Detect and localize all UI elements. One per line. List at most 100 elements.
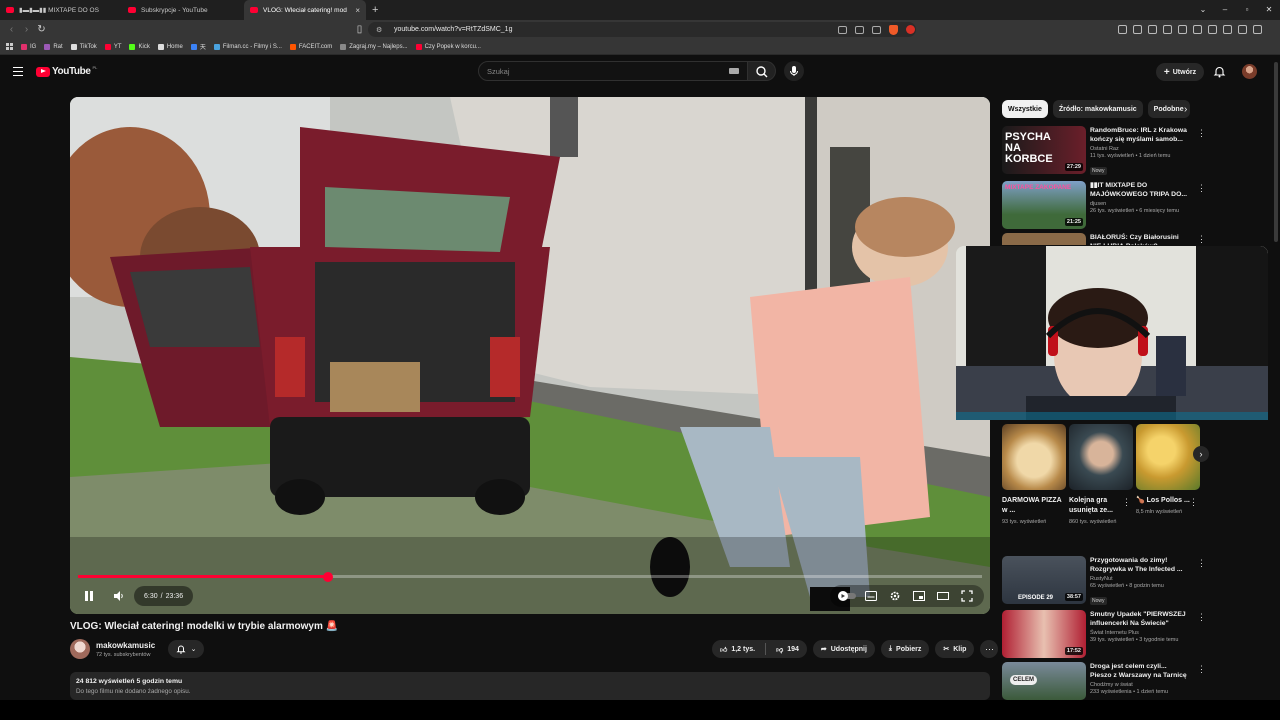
video-thumbnail[interactable]: MIXTAPE ZAKOPANE 21:25: [1002, 181, 1086, 229]
bookmark-faceit[interactable]: FACEIT.com: [289, 43, 332, 50]
video-thumbnail[interactable]: CELEM: [1002, 662, 1086, 700]
site-info-icon[interactable]: ⚙: [376, 26, 386, 34]
bookmark-home[interactable]: Home: [157, 43, 183, 50]
bookmark-ig[interactable]: IG: [21, 43, 36, 50]
url-field[interactable]: ⚙ youtube.com/watch?v=RtTZdSMC_1g: [368, 22, 916, 37]
clip-button[interactable]: ✂ Klip: [935, 640, 975, 658]
back-icon[interactable]: ‹: [4, 24, 19, 35]
keyboard-icon[interactable]: [729, 68, 739, 74]
notifications-bell-icon[interactable]: [1213, 65, 1226, 78]
more-vertical-icon[interactable]: ⋮: [1122, 497, 1131, 508]
more-vertical-icon[interactable]: ⋮: [1189, 497, 1198, 508]
hamburger-menu-icon[interactable]: [13, 67, 23, 76]
recommended-video[interactable]: MIXTAPE ZAKOPANE 21:25 ▮▮IT MIXTAPE DO M…: [1002, 181, 1190, 229]
page-scrollbar[interactable]: [1274, 62, 1278, 242]
channel-name[interactable]: RustyNut: [1090, 576, 1190, 582]
short-thumbnail[interactable]: [1002, 424, 1066, 490]
rewards-icon[interactable]: [906, 25, 915, 34]
youtube-logo[interactable]: YouTube PL: [36, 65, 97, 77]
cast-icon[interactable]: [838, 25, 847, 34]
subtitles-button[interactable]: [860, 585, 882, 607]
extension-icon[interactable]: [1133, 25, 1142, 34]
vpn-icon[interactable]: [1238, 25, 1247, 34]
apps-grid-icon[interactable]: [6, 43, 13, 50]
autoplay-toggle[interactable]: [836, 585, 858, 607]
miniplayer-button[interactable]: [908, 585, 930, 607]
extension-icon[interactable]: [1163, 25, 1172, 34]
recommended-video[interactable]: CELEM Droga jest celem czyli... Pieszo z…: [1002, 662, 1190, 700]
bookmark-filman[interactable]: Filman.cc - Filmy i S...: [213, 43, 282, 50]
more-actions-button[interactable]: ⋯: [980, 640, 999, 658]
settings-button[interactable]: [884, 585, 906, 607]
subscribed-notifications-button[interactable]: ⌄: [168, 640, 204, 658]
extension-icon[interactable]: [1118, 25, 1127, 34]
short-thumbnail[interactable]: [1136, 424, 1200, 490]
extension-icon[interactable]: [1148, 25, 1157, 34]
more-vertical-icon[interactable]: ⋮: [1197, 128, 1206, 139]
video-thumbnail[interactable]: 17:52: [1002, 610, 1086, 658]
like-button[interactable]: 👍︎ 1,2 tys.: [720, 645, 755, 654]
bookmark-rat[interactable]: Rat: [44, 43, 63, 50]
reload-icon[interactable]: ↻: [34, 24, 49, 35]
recommended-video[interactable]: PSYCHA NA KORBCE 27:29 RandomBruce: IRL …: [1002, 126, 1190, 177]
window-menu-icon[interactable]: ⌄: [1192, 0, 1214, 20]
more-vertical-icon[interactable]: ⋮: [1197, 664, 1206, 675]
bookmark-kick[interactable]: Kick: [129, 43, 150, 50]
video-player[interactable]: 6:30 / 23:36: [70, 97, 990, 614]
share-page-icon[interactable]: [855, 25, 864, 34]
video-thumbnail[interactable]: EPISODE 29 38:57: [1002, 556, 1086, 604]
description-box[interactable]: 24 812 wyświetleń 5 godzin temu Do tego …: [70, 672, 990, 700]
channel-name[interactable]: djusen: [1090, 201, 1190, 207]
bookmark-popek[interactable]: Czy Popek w korcu...: [415, 43, 481, 50]
recommended-video[interactable]: EPISODE 29 38:57 Przygotowania do zimy! …: [1002, 556, 1190, 607]
video-thumbnail[interactable]: PSYCHA NA KORBCE 27:29: [1002, 126, 1086, 174]
new-tab-icon[interactable]: +: [366, 4, 384, 16]
create-button[interactable]: + Utwórz: [1156, 63, 1204, 81]
voice-search-button[interactable]: [784, 61, 804, 81]
more-vertical-icon[interactable]: ⋮: [1197, 234, 1206, 245]
bookmark-yt[interactable]: YT: [104, 43, 121, 50]
close-window-icon[interactable]: ✕: [1258, 0, 1280, 20]
share-button[interactable]: ➦ Udostępnij: [812, 640, 875, 658]
chip-from-channel[interactable]: Źródło: makowkamusic: [1052, 100, 1143, 118]
bookmark-zagraj[interactable]: Zagraj.my – Najleps...: [340, 43, 408, 50]
recommended-video[interactable]: 17:52 Smutny Upadek "PIERWSZEJ influence…: [1002, 610, 1190, 658]
channel-name[interactable]: Chodźmy w świat: [1090, 682, 1190, 688]
star-icon[interactable]: [872, 25, 881, 34]
more-vertical-icon[interactable]: ⋮: [1197, 612, 1206, 623]
browser-tab-1[interactable]: ▮▬▮▬▮▮ MIXTAPE DO OS: [0, 0, 122, 20]
bookmark-tiktok[interactable]: TikTok: [70, 43, 97, 50]
user-avatar[interactable]: [1242, 64, 1257, 79]
pause-button[interactable]: [78, 585, 100, 607]
channel-avatar[interactable]: [70, 639, 90, 659]
maximize-icon[interactable]: ▫: [1236, 0, 1258, 20]
chip-all[interactable]: Wszystkie: [1002, 100, 1048, 118]
channel-name[interactable]: Świat Internetu Plus: [1090, 630, 1190, 636]
minimize-icon[interactable]: –: [1214, 0, 1236, 20]
download-button[interactable]: ⤓ Pobierz: [880, 640, 930, 658]
close-tab-icon[interactable]: ×: [355, 6, 360, 15]
seek-handle[interactable]: [322, 571, 333, 582]
dislike-button[interactable]: 👎︎ 194: [776, 645, 799, 654]
tabs-icon[interactable]: [1208, 25, 1217, 34]
chevron-right-icon[interactable]: ›: [1184, 104, 1187, 115]
shorts-next-button[interactable]: ›: [1193, 446, 1209, 462]
short-item[interactable]: 🍗 Los Pollos ... 8,5 mln wyświetleń: [1136, 424, 1200, 527]
bookmark-tian[interactable]: 天: [190, 42, 206, 51]
menu-icon[interactable]: [1253, 25, 1262, 34]
theater-mode-button[interactable]: [932, 585, 954, 607]
search-input[interactable]: Szukaj: [478, 61, 748, 81]
forward-icon[interactable]: ›: [19, 24, 34, 35]
short-item[interactable]: Kolejna gra usunięta ze... 860 tys. wyśw…: [1069, 424, 1133, 527]
seek-bar[interactable]: [78, 571, 982, 582]
channel-name[interactable]: Ostatni Raz: [1090, 146, 1190, 152]
extension-icon[interactable]: [1178, 25, 1187, 34]
fullscreen-button[interactable]: [956, 585, 978, 607]
wallet-icon[interactable]: [1223, 25, 1232, 34]
volume-button[interactable]: [108, 585, 130, 607]
search-button[interactable]: [748, 61, 776, 81]
video-thumbnail[interactable]: [1002, 233, 1086, 245]
bookmark-page-icon[interactable]: ▯: [352, 24, 367, 35]
recommended-video[interactable]: BIAŁORUŚ: Czy Białorusini NIE LUBIĄ Pola…: [1002, 233, 1190, 245]
short-thumbnail[interactable]: [1069, 424, 1133, 490]
